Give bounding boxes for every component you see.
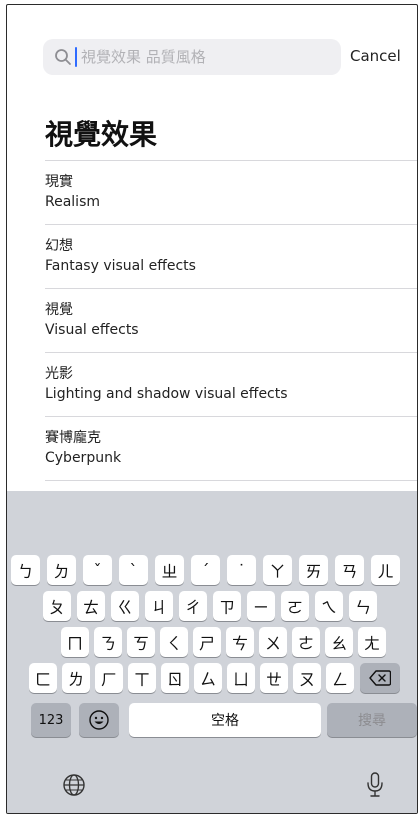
- phone-screen: Cancel 視覺效果 現實 Realism 幻想 Fantasy visual…: [6, 4, 418, 814]
- list-item-realism[interactable]: 現實 Realism: [45, 161, 417, 224]
- divider: [45, 480, 417, 481]
- key[interactable]: ㄟ: [315, 591, 343, 621]
- key[interactable]: ㄋ: [94, 627, 122, 657]
- key[interactable]: ㄎ: [127, 627, 155, 657]
- key[interactable]: ㄇ: [61, 627, 89, 657]
- key[interactable]: ㄚ: [263, 555, 292, 585]
- key[interactable]: ˊ: [191, 555, 220, 585]
- item-chinese-label: 視覺: [45, 302, 73, 318]
- key[interactable]: ㄉ: [47, 555, 76, 585]
- key[interactable]: ㄦ: [371, 555, 400, 585]
- key[interactable]: ˇ: [83, 555, 112, 585]
- page-title: 視覺效果: [45, 118, 158, 151]
- key[interactable]: ㄍ: [111, 591, 139, 621]
- key[interactable]: ㄔ: [179, 591, 207, 621]
- key[interactable]: ㄈ: [29, 663, 57, 693]
- key[interactable]: ㄘ: [226, 627, 254, 657]
- space-key[interactable]: 空格: [129, 703, 321, 737]
- key[interactable]: ˙: [227, 555, 256, 585]
- search-key[interactable]: 搜尋: [327, 703, 417, 737]
- key[interactable]: ㄢ: [335, 555, 364, 585]
- list-item-cyberpunk[interactable]: 賽博龐克 Cyberpunk: [45, 417, 417, 480]
- list-item-visual[interactable]: 視覺 Visual effects: [45, 289, 417, 352]
- key[interactable]: ㄆ: [43, 591, 71, 621]
- search-input[interactable]: [81, 39, 331, 75]
- key[interactable]: ㄖ: [161, 663, 189, 693]
- key[interactable]: ㄜ: [292, 627, 320, 657]
- item-chinese-label: 幻想: [45, 238, 73, 254]
- list-item-lighting[interactable]: 光影 Lighting and shadow visual effects: [45, 353, 417, 416]
- item-chinese-label: 光影: [45, 366, 73, 382]
- key[interactable]: ㄕ: [193, 627, 221, 657]
- numbers-key[interactable]: 123: [31, 703, 71, 737]
- style-list: 現實 Realism 幻想 Fantasy visual effects 視覺 …: [45, 160, 417, 481]
- backspace-icon: [369, 670, 391, 686]
- key[interactable]: ㄌ: [62, 663, 90, 693]
- item-english-label: Lighting and shadow visual effects: [45, 386, 288, 402]
- key[interactable]: ㄙ: [194, 663, 222, 693]
- key[interactable]: ˋ: [119, 555, 148, 585]
- search-header: Cancel: [7, 5, 417, 115]
- key[interactable]: ㄏ: [95, 663, 123, 693]
- globe-icon[interactable]: [61, 772, 87, 798]
- text-cursor: [75, 47, 77, 67]
- key[interactable]: ㄧ: [247, 591, 275, 621]
- key[interactable]: ㄓ: [155, 555, 184, 585]
- key[interactable]: ㄠ: [325, 627, 353, 657]
- key[interactable]: ㄨ: [259, 627, 287, 657]
- key[interactable]: ㄤ: [358, 627, 386, 657]
- zhuyin-keyboard: ㄅ ㄉ ˇ ˋ ㄓ ˊ ˙ ㄚ ㄞ ㄢ ㄦ ㄆ ㄊ ㄍ ㄐ ㄔ ㄗ ㄧ ㄛ ㄟ …: [7, 491, 417, 813]
- key[interactable]: ㄝ: [260, 663, 288, 693]
- emoji-icon: [89, 710, 109, 730]
- microphone-icon[interactable]: [365, 771, 385, 799]
- list-item-fantasy[interactable]: 幻想 Fantasy visual effects: [45, 225, 417, 288]
- key[interactable]: ㄑ: [160, 627, 188, 657]
- search-field[interactable]: [43, 39, 341, 75]
- item-english-label: Visual effects: [45, 322, 139, 338]
- key[interactable]: ㄊ: [77, 591, 105, 621]
- item-english-label: Cyberpunk: [45, 450, 122, 466]
- cancel-button[interactable]: Cancel: [350, 47, 401, 65]
- key[interactable]: ㄩ: [227, 663, 255, 693]
- key[interactable]: ㄣ: [349, 591, 377, 621]
- key[interactable]: ㄡ: [293, 663, 321, 693]
- backspace-key[interactable]: [360, 663, 400, 693]
- key[interactable]: ㄥ: [326, 663, 354, 693]
- key[interactable]: ㄗ: [213, 591, 241, 621]
- key[interactable]: ㄞ: [299, 555, 328, 585]
- item-english-label: Fantasy visual effects: [45, 258, 196, 274]
- key[interactable]: ㄒ: [128, 663, 156, 693]
- key[interactable]: ㄛ: [281, 591, 309, 621]
- key[interactable]: ㄅ: [11, 555, 40, 585]
- search-icon: [55, 49, 71, 65]
- item-chinese-label: 賽博龐克: [45, 430, 101, 446]
- item-english-label: Realism: [45, 194, 101, 210]
- emoji-key[interactable]: [79, 703, 119, 737]
- key[interactable]: ㄐ: [145, 591, 173, 621]
- item-chinese-label: 現實: [45, 174, 73, 190]
